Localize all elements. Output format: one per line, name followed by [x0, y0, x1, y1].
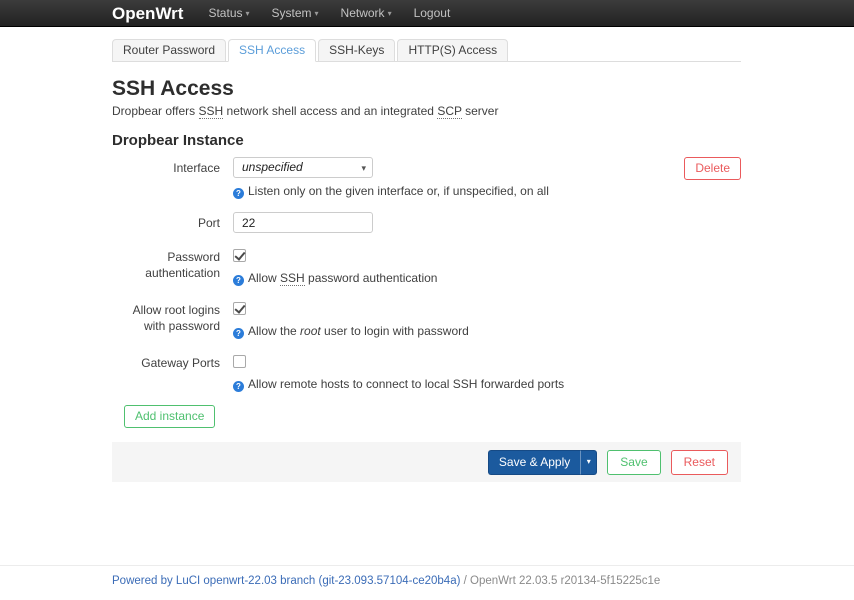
nav-item-network[interactable]: Network▾	[330, 0, 403, 27]
interface-help: ?Listen only on the given interface or, …	[233, 184, 741, 199]
root-login-checkbox[interactable]	[233, 302, 246, 315]
add-instance-button[interactable]: Add instance	[124, 405, 215, 428]
password-authentication-label: Password authentication	[112, 246, 233, 286]
tab-ssh-keys[interactable]: SSH-Keys	[318, 39, 395, 62]
nav-item-system[interactable]: System▾	[261, 0, 330, 27]
help-icon: ?	[233, 275, 244, 286]
nav-menu: Status▾ System▾ Network▾ Logout	[197, 0, 461, 27]
password-authentication-help: ?Allow SSH password authentication	[233, 271, 741, 286]
nav-item-status[interactable]: Status▾	[197, 0, 260, 27]
gateway-ports-checkbox[interactable]	[233, 355, 246, 368]
abbr-scp: SCP	[437, 104, 461, 119]
interface-select-value: unspecified	[242, 160, 303, 174]
port-row: Port	[112, 212, 741, 233]
settings-tab-bar: Router Password SSH Access SSH-Keys HTTP…	[112, 39, 741, 62]
openwrt-brand: OpenWrt	[112, 0, 183, 27]
save-apply-split-button: Save & Apply ▾	[488, 450, 597, 475]
top-navbar: OpenWrt Status▾ System▾ Network▾ Logout	[0, 0, 854, 27]
main-content: Router Password SSH Access SSH-Keys HTTP…	[112, 39, 741, 482]
gateway-ports-row: Gateway Ports ?Allow remote hosts to con…	[112, 352, 741, 392]
chevron-down-icon: ▾	[388, 9, 392, 18]
port-input[interactable]	[233, 212, 373, 233]
page-footer: Powered by LuCI openwrt-22.03 branch (gi…	[0, 565, 854, 587]
port-label: Port	[112, 212, 233, 233]
form-actions-bar: Save & Apply ▾ Save Reset	[112, 442, 741, 482]
chevron-down-icon: ▾	[587, 457, 591, 466]
interface-row: Interface unspecified ▾ ?Listen only on …	[112, 157, 741, 199]
page-description: Dropbear offers SSH network shell access…	[112, 104, 741, 118]
password-authentication-row: Password authentication ?Allow SSH passw…	[112, 246, 741, 286]
root-login-row: Allow root logins with password ?Allow t…	[112, 299, 741, 339]
root-user-emphasis: root	[300, 324, 321, 338]
save-apply-button[interactable]: Save & Apply	[488, 450, 580, 475]
root-login-help: ?Allow the root user to login with passw…	[233, 324, 741, 339]
chevron-down-icon: ▾	[315, 9, 319, 18]
interface-select[interactable]: unspecified ▾	[233, 157, 373, 178]
chevron-down-icon: ▾	[361, 161, 366, 176]
help-icon: ?	[233, 328, 244, 339]
page-title: SSH Access	[112, 77, 741, 101]
dropbear-instance-section: Delete Interface unspecified ▾ ?Listen o…	[112, 151, 741, 392]
tab-https-access[interactable]: HTTP(S) Access	[397, 39, 508, 62]
section-title: Dropbear Instance	[112, 132, 741, 149]
tab-ssh-access[interactable]: SSH Access	[228, 39, 316, 62]
chevron-down-icon: ▾	[246, 9, 250, 18]
save-button[interactable]: Save	[607, 450, 660, 475]
reset-button[interactable]: Reset	[671, 450, 728, 475]
gateway-ports-label: Gateway Ports	[112, 352, 233, 392]
delete-instance-button[interactable]: Delete	[684, 157, 741, 180]
root-login-label: Allow root logins with password	[112, 299, 233, 339]
save-apply-dropdown-toggle[interactable]: ▾	[580, 450, 597, 475]
abbr-ssh: SSH	[280, 271, 305, 286]
password-authentication-checkbox[interactable]	[233, 249, 246, 262]
gateway-ports-help: ?Allow remote hosts to connect to local …	[233, 377, 741, 392]
tab-router-password[interactable]: Router Password	[112, 39, 226, 62]
interface-label: Interface	[112, 157, 233, 199]
luci-footer-link[interactable]: Powered by LuCI openwrt-22.03 branch (gi…	[112, 575, 460, 587]
nav-item-logout[interactable]: Logout	[403, 0, 462, 27]
abbr-ssh: SSH	[199, 104, 224, 119]
help-icon: ?	[233, 381, 244, 392]
footer-version-text: / OpenWrt 22.03.5 r20134-5f15225c1e	[460, 575, 660, 587]
help-icon: ?	[233, 188, 244, 199]
